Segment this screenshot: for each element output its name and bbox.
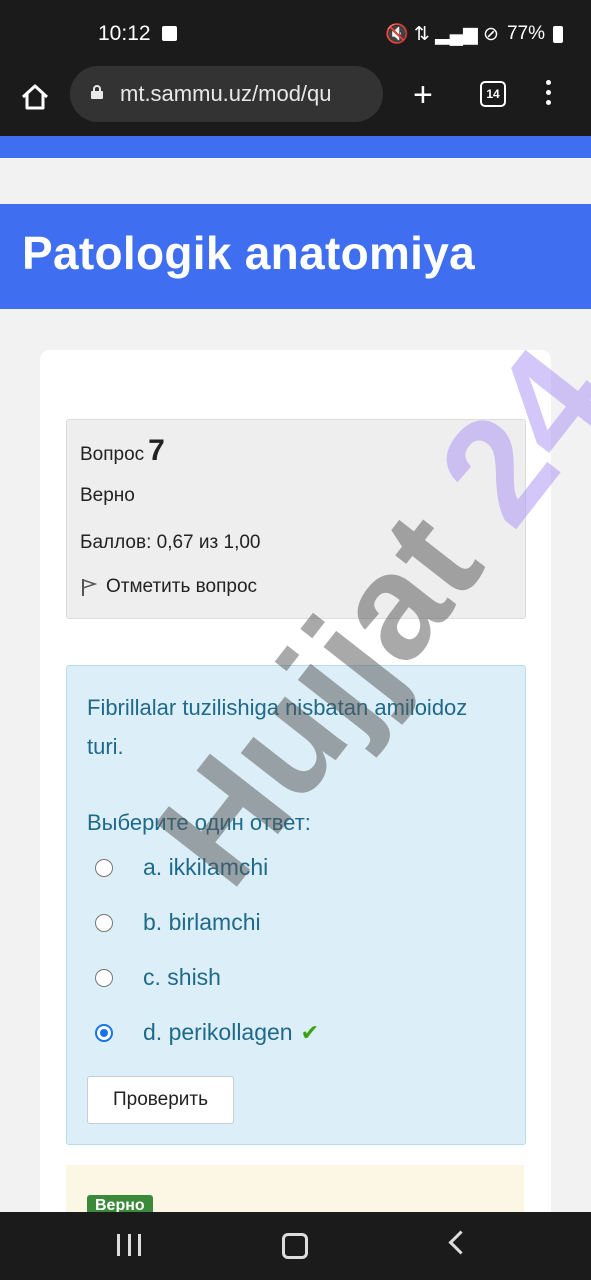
question-state: Верно <box>80 485 135 506</box>
image-notification-icon <box>162 26 177 41</box>
flag-question-link[interactable]: Отметить вопрос <box>80 576 257 598</box>
question-grade: Баллов: 0,67 из 1,00 <box>80 532 261 553</box>
url-field[interactable]: mt.sammu.uz/mod/qu <box>70 66 383 122</box>
flag-question-label: Отметить вопрос <box>106 576 258 597</box>
navbar-strip <box>0 136 591 158</box>
answer-label: b. birlamchi <box>143 909 261 935</box>
answer-label: a. ikkilamchi <box>143 854 269 880</box>
status-glyphs: 🔇 ⇅ ▂▄▆ ⊘ <box>384 24 499 45</box>
new-tab-button[interactable]: + <box>413 78 433 112</box>
lock-icon <box>91 85 103 99</box>
recent-apps-icon[interactable] <box>117 1234 141 1256</box>
tab-switcher-button[interactable]: 14 <box>480 81 506 107</box>
back-icon[interactable] <box>448 1230 473 1255</box>
battery-percent: 77% <box>506 23 545 44</box>
course-header: Patologik anatomiya <box>0 204 591 309</box>
answer-label: c. shish <box>143 964 221 990</box>
system-navigation-bar <box>0 1212 591 1280</box>
correct-check-icon: ✔ <box>300 1019 320 1045</box>
overflow-menu-icon[interactable] <box>546 80 552 110</box>
answer-option-a[interactable]: a. ikkilamchi <box>95 854 268 881</box>
question-text: Fibrillalar tuzilishiga nisbatan amiloid… <box>87 695 468 759</box>
check-button[interactable]: Проверить <box>87 1076 234 1124</box>
radio-button-selected[interactable] <box>95 1023 113 1042</box>
course-title: Patologik anatomiya <box>22 227 476 279</box>
answer-prompt: Выберите один ответ: <box>87 810 311 835</box>
radio-button[interactable] <box>95 968 113 987</box>
status-icons: 🔇 ⇅ ▂▄▆ ⊘ 77% <box>385 22 563 46</box>
question-number-value: 7 <box>148 434 165 467</box>
home-nav-icon[interactable] <box>282 1233 308 1259</box>
question-number: Вопрос 7 <box>80 434 165 468</box>
battery-icon <box>553 25 563 43</box>
flag-icon <box>82 578 98 596</box>
clock: 10:12 <box>98 22 151 45</box>
answer-option-c[interactable]: c. shish <box>95 964 221 991</box>
question-info-panel: Вопрос 7 Верно Баллов: 0,67 из 1,00 Отмет… <box>66 419 526 619</box>
home-icon[interactable] <box>20 82 50 112</box>
radio-button[interactable] <box>95 913 113 932</box>
browser-toolbar: mt.sammu.uz/mod/qu + 14 <box>0 64 591 136</box>
answer-option-d[interactable]: d. perikollagen ✔ <box>95 1019 319 1046</box>
status-bar: 10:12 🔇 ⇅ ▂▄▆ ⊘ 77% <box>0 0 591 64</box>
answer-option-b[interactable]: b. birlamchi <box>95 909 261 936</box>
answer-label: d. perikollagen <box>143 1019 293 1045</box>
radio-button[interactable] <box>95 858 113 877</box>
question-label: Вопрос <box>80 444 145 465</box>
url-text: mt.sammu.uz/mod/qu <box>120 81 332 106</box>
question-body: Fibrillalar tuzilishiga nisbatan amiloid… <box>66 665 526 1145</box>
